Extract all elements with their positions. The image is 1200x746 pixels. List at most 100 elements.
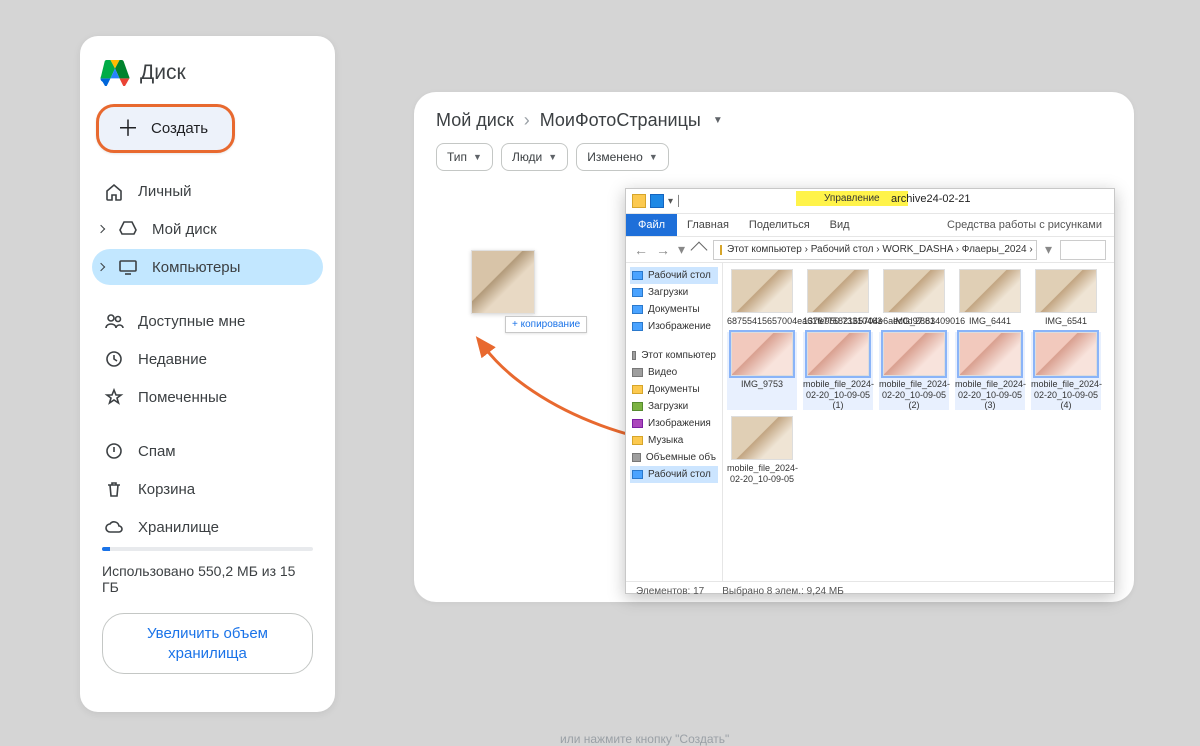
- side-pc-item[interactable]: Видео: [630, 364, 718, 381]
- nav-home[interactable]: Личный: [92, 173, 323, 209]
- side-pc-item[interactable]: Изображения: [630, 415, 718, 432]
- upgrade-button[interactable]: Увеличить объем хранилища: [102, 613, 313, 674]
- explorer-address-bar: ← → ▾ Этот компьютер › Рабочий стол › WO…: [626, 237, 1114, 263]
- back-button[interactable]: ←: [634, 242, 648, 258]
- file-thumb[interactable]: IMG_6541: [1031, 269, 1101, 326]
- nav-my-drive-label: Мой диск: [152, 221, 217, 238]
- refresh-dropdown[interactable]: ▾: [1045, 241, 1052, 258]
- status-count: Элементов: 17: [636, 586, 704, 597]
- thumb-label: IMG_9753: [727, 379, 797, 389]
- nav-starred[interactable]: Помеченные: [92, 379, 323, 415]
- storage-text: Использовано 550,2 МБ из 15 ГБ: [102, 563, 313, 595]
- ribbon-home[interactable]: Главная: [677, 214, 739, 236]
- home-icon: [104, 181, 124, 201]
- up-button[interactable]: [691, 241, 708, 258]
- thumb-image: [959, 269, 1021, 313]
- thumb-label: mobile_file_2024-02-20_10-09-05 (2): [879, 379, 949, 410]
- drive-logo-row: Диск: [92, 54, 323, 100]
- nav-recent[interactable]: Недавние: [92, 341, 323, 377]
- chip-type[interactable]: Тип▼: [436, 143, 493, 171]
- forward-button[interactable]: →: [656, 242, 670, 258]
- explorer-ribbon: Файл Главная Поделиться Вид Средства раб…: [626, 213, 1114, 237]
- nav-trash[interactable]: Корзина: [92, 471, 323, 507]
- nav-trash-label: Корзина: [138, 481, 195, 498]
- thumb-label: 68755415657004ea61fe950.73310463: [727, 316, 797, 326]
- side-pc-header[interactable]: Этот компьютер: [630, 347, 718, 364]
- thumb-label: 137677582165704e6aec0d97.63409016: [803, 316, 873, 326]
- copy-badge: копирование: [505, 316, 587, 333]
- nav-computers[interactable]: Компьютеры: [92, 249, 323, 285]
- chevron-down-icon[interactable]: ▼: [713, 115, 723, 126]
- thumb-image: [883, 332, 945, 376]
- explorer-window[interactable]: ▾ │ Управление archive24-02-21 Файл Глав…: [625, 188, 1115, 594]
- side-pc-item[interactable]: Объемные объ: [630, 449, 718, 466]
- star-icon: [104, 387, 124, 407]
- thumb-label: IMG_2881: [879, 316, 949, 326]
- side-quick-item[interactable]: Загрузки: [630, 284, 718, 301]
- crumb-root[interactable]: Мой диск: [436, 110, 514, 131]
- file-thumb[interactable]: IMG_9753: [727, 332, 797, 410]
- explorer-sidebar: Рабочий столЗагрузкиДокументыИзображение…: [626, 263, 723, 581]
- nav-starred-label: Помеченные: [138, 389, 227, 406]
- chip-modified[interactable]: Изменено▼: [576, 143, 669, 171]
- quick-access-dropdown[interactable]: ▾ │: [668, 196, 682, 207]
- file-grid[interactable]: 68755415657004ea61fe950.73310463 13767758…: [723, 263, 1114, 581]
- ribbon-file[interactable]: Файл: [626, 214, 677, 236]
- thumb-image: [1035, 332, 1097, 376]
- create-button[interactable]: ＋ Создать: [96, 104, 235, 153]
- explorer-titlebar[interactable]: ▾ │ Управление archive24-02-21: [626, 189, 1114, 213]
- thumb-image: [807, 269, 869, 313]
- crumb-folder[interactable]: МоиФотоСтраницы: [540, 110, 701, 131]
- nav-spam[interactable]: Спам: [92, 433, 323, 469]
- status-selection: Выбрано 8 элем.: 9,24 МБ: [722, 586, 844, 597]
- file-thumb[interactable]: mobile_file_2024-02-20_10-09-05 (1): [803, 332, 873, 410]
- filter-row: Тип▼ Люди▼ Изменено▼: [414, 135, 1134, 179]
- nav-my-drive[interactable]: Мой диск: [92, 211, 323, 247]
- drive-icon: [118, 219, 138, 239]
- ribbon-tools[interactable]: Средства работы с рисунками: [947, 219, 1102, 231]
- side-pc-item[interactable]: Загрузки: [630, 398, 718, 415]
- side-pc-item[interactable]: Документы: [630, 381, 718, 398]
- side-pc-item[interactable]: Музыка: [630, 432, 718, 449]
- thumb-image: [731, 332, 793, 376]
- clock-icon: [104, 349, 124, 369]
- ribbon-share[interactable]: Поделиться: [739, 214, 820, 236]
- caret-icon: [97, 225, 105, 233]
- create-label: Создать: [151, 120, 208, 137]
- nav-spam-label: Спам: [138, 443, 176, 460]
- nav-storage-label: Хранилище: [138, 519, 219, 536]
- drop-hint: или нажмите кнопку "Создать": [560, 732, 1200, 746]
- recent-dropdown[interactable]: ▾: [678, 241, 685, 258]
- chip-people[interactable]: Люди▼: [501, 143, 568, 171]
- nav-storage[interactable]: Хранилище: [92, 509, 323, 545]
- file-thumb[interactable]: mobile_file_2024-02-20_10-09-05 (4): [1031, 332, 1101, 410]
- file-thumb[interactable]: IMG_2881: [879, 269, 949, 326]
- thumb-image: [731, 416, 793, 460]
- file-thumb[interactable]: IMG_6441: [955, 269, 1025, 326]
- side-quick-item[interactable]: Документы: [630, 301, 718, 318]
- file-thumb[interactable]: mobile_file_2024-02-20_10-09-05 (2): [879, 332, 949, 410]
- window-title: archive24-02-21: [891, 193, 971, 205]
- address-path[interactable]: Этот компьютер › Рабочий стол › WORK_DAS…: [713, 240, 1037, 260]
- file-thumb[interactable]: mobile_file_2024-02-20_10-09-05 (3): [955, 332, 1025, 410]
- breadcrumb: Мой диск › МоиФотоСтраницы ▼: [414, 92, 1134, 135]
- nav-computers-label: Компьютеры: [152, 259, 240, 276]
- nav-shared[interactable]: Доступные мне: [92, 303, 323, 339]
- computer-icon: [118, 257, 138, 277]
- trash-icon: [104, 479, 124, 499]
- nav-home-label: Личный: [138, 183, 191, 200]
- drive-nav: Личный Мой диск Компьютеры Доступные мне…: [92, 173, 323, 545]
- file-thumb[interactable]: 68755415657004ea61fe950.73310463: [727, 269, 797, 326]
- ribbon-view[interactable]: Вид: [820, 214, 860, 236]
- drive-logo-icon: [100, 60, 130, 86]
- thumb-label: mobile_file_2024-02-20_10-09-05 (4): [1031, 379, 1101, 410]
- side-quick-item[interactable]: Изображение: [630, 318, 718, 335]
- file-thumb[interactable]: 137677582165704e6aec0d97.63409016: [803, 269, 873, 326]
- side-pc-item[interactable]: Рабочий стол: [630, 466, 718, 483]
- thumb-image: [883, 269, 945, 313]
- thumb-label: mobile_file_2024-02-20_10-09-05: [727, 463, 797, 484]
- file-thumb[interactable]: mobile_file_2024-02-20_10-09-05: [727, 416, 797, 484]
- search-input[interactable]: [1060, 240, 1106, 260]
- thumb-label: mobile_file_2024-02-20_10-09-05 (1): [803, 379, 873, 410]
- side-quick-item[interactable]: Рабочий стол: [630, 267, 718, 284]
